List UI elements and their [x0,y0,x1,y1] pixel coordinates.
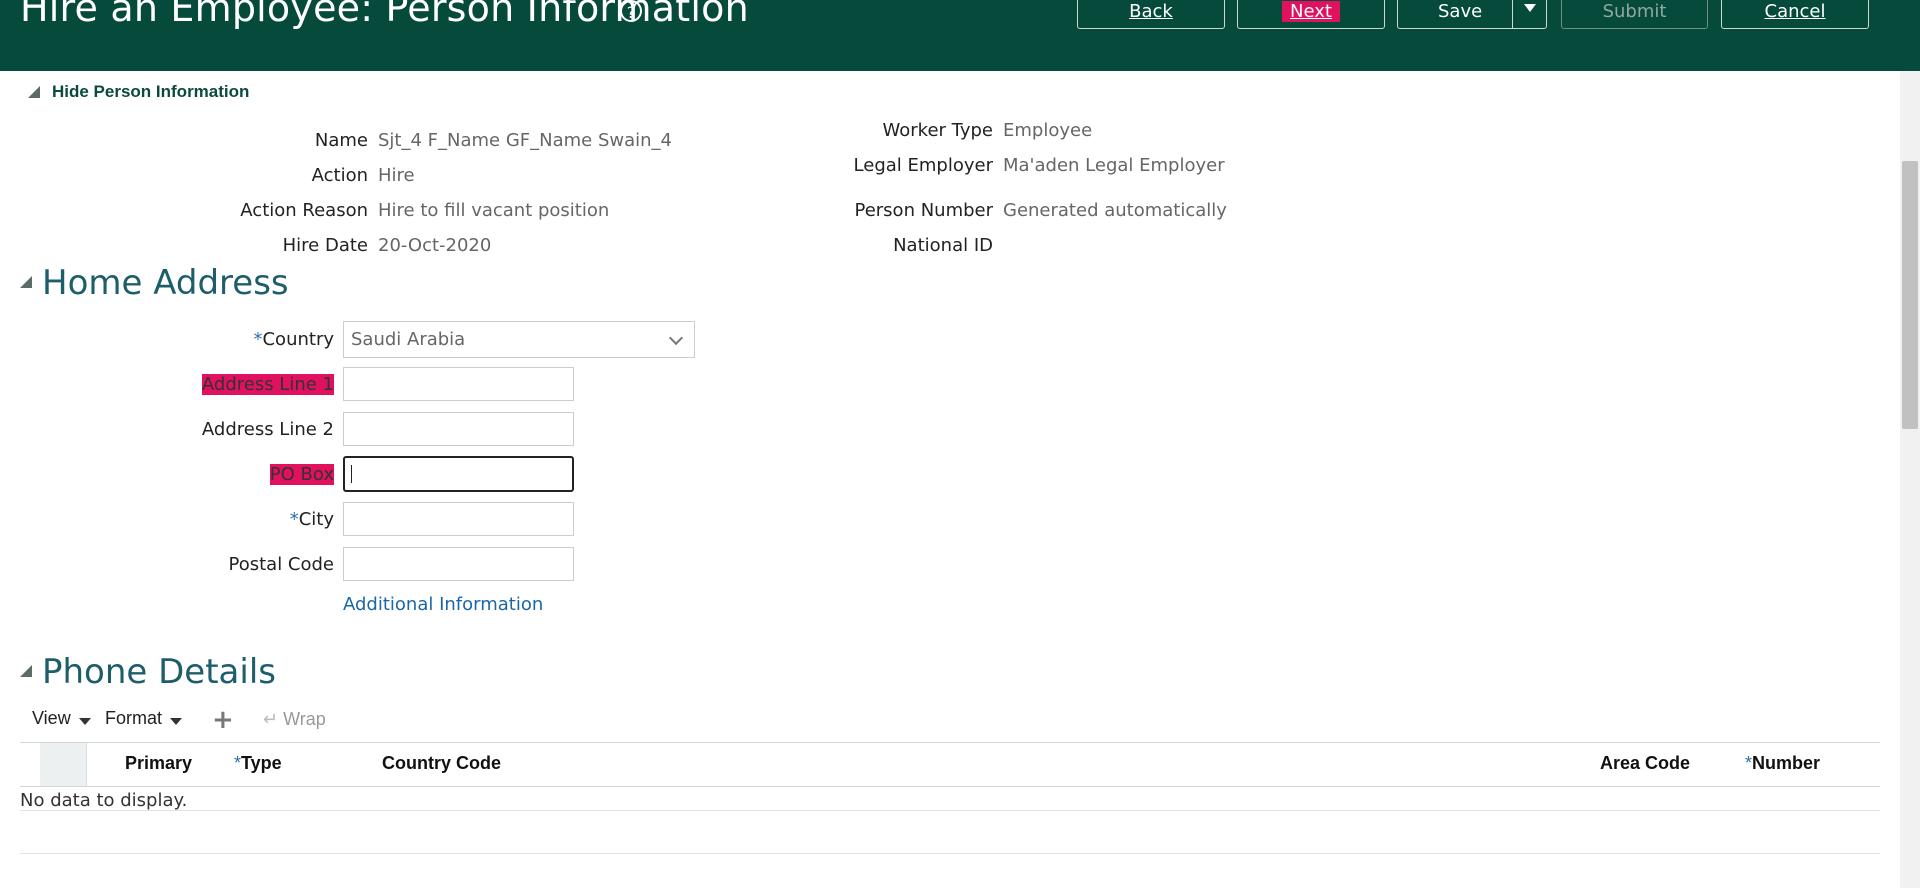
submit-button-label: Submit [1602,1,1667,22]
required-mark: * [289,509,299,530]
table-bottom-border [20,853,1880,854]
country-label-text: Country [262,329,334,350]
next-button[interactable]: Next [1237,0,1385,29]
row-selector-column [40,743,87,786]
help-circle-icon[interactable]: ? [620,0,642,22]
column-header-number[interactable]: *Number [1745,753,1820,774]
address-line-1-label: Address Line 1 [201,374,334,395]
name-label: Name [314,130,368,151]
vertical-scrollbar[interactable] [1900,71,1920,888]
required-mark: * [234,753,242,773]
next-button-label: Next [1282,1,1340,22]
collapse-triangle-icon[interactable] [28,86,40,98]
table-header-border [20,786,1880,787]
worker-type-value: Employee [1003,120,1093,141]
hire-date-value: 20-Oct-2020 [378,235,492,256]
action-value: Hire [378,165,415,186]
empty-table-message: No data to display. [20,790,188,811]
format-menu[interactable]: Format [105,708,183,729]
phone-details-title: Phone Details [42,652,276,692]
po-box-input[interactable] [343,456,574,492]
country-select[interactable]: Saudi Arabia [343,321,695,358]
caret-down-icon [170,717,183,725]
person-number-label: Person Number [854,200,993,221]
hide-person-information-link[interactable]: Hide Person Information [52,82,249,102]
caret-down-icon [1524,4,1536,12]
city-label-text: City [298,509,334,530]
column-header-number-text: Number [1752,753,1821,773]
home-address-collapse-icon[interactable] [20,276,32,288]
view-menu[interactable]: View [32,708,91,729]
back-button-label: Back [1129,1,1173,22]
legal-employer-label: Legal Employer [853,155,993,176]
column-header-area-code[interactable]: Area Code [1600,753,1690,774]
additional-information-link[interactable]: Additional Information [343,594,543,615]
column-header-country-code[interactable]: Country Code [382,753,501,774]
table-row-border [20,810,1880,811]
legal-employer-value: Ma'aden Legal Employer [1003,155,1225,176]
address-line-1-input[interactable] [343,367,574,401]
national-id-label: National ID [893,235,993,256]
action-reason-label: Action Reason [240,200,368,221]
po-box-label: PO Box [269,464,334,485]
phone-details-collapse-icon[interactable] [20,665,32,677]
name-value: Sjt_4 F_Name GF_Name Swain_4 [378,130,673,151]
city-input[interactable] [343,502,574,536]
postal-code-label: Postal Code [228,554,335,575]
page-header: Hire an Employee: Person Information ? B… [0,0,1920,71]
scrollbar-thumb[interactable] [1902,161,1918,429]
action-label: Action [311,165,368,186]
wrap-icon: ↵ [263,709,279,729]
chevron-down-icon [668,330,684,346]
format-menu-label: Format [105,708,163,728]
cancel-button-label: Cancel [1764,1,1826,22]
text-cursor [351,465,352,483]
table-top-border [20,742,1880,743]
po-box-label-text: PO Box [269,464,334,485]
country-select-value: Saudi Arabia [351,329,466,350]
hire-date-label: Hire Date [282,235,368,256]
save-button-label: Save [1438,1,1483,22]
address-line-2-label: Address Line 2 [201,419,334,440]
wrap-label: Wrap [283,709,326,729]
postal-code-input[interactable] [343,547,574,581]
cancel-button[interactable]: Cancel [1721,0,1869,29]
worker-type-label: Worker Type [882,120,993,141]
country-label: *Country [253,329,334,350]
home-address-title: Home Address [42,263,289,303]
plus-icon[interactable]: + [212,707,234,733]
view-menu-label: View [32,708,71,728]
column-header-type-text: Type [241,753,282,773]
address-line-1-label-text: Address Line 1 [201,374,334,395]
action-reason-value: Hire to fill vacant position [378,200,610,221]
caret-down-icon [78,717,91,725]
column-header-type[interactable]: *Type [234,753,282,774]
person-number-value: Generated automatically [1003,200,1227,221]
wrap-button[interactable]: ↵ Wrap [263,709,326,730]
city-label: *City [290,509,334,530]
required-mark: * [1745,753,1753,773]
save-options-button[interactable] [1512,0,1547,29]
submit-button[interactable]: Submit [1561,0,1708,29]
back-button[interactable]: Back [1077,0,1225,29]
address-line-2-input[interactable] [343,412,574,446]
column-header-primary[interactable]: Primary [125,753,192,774]
